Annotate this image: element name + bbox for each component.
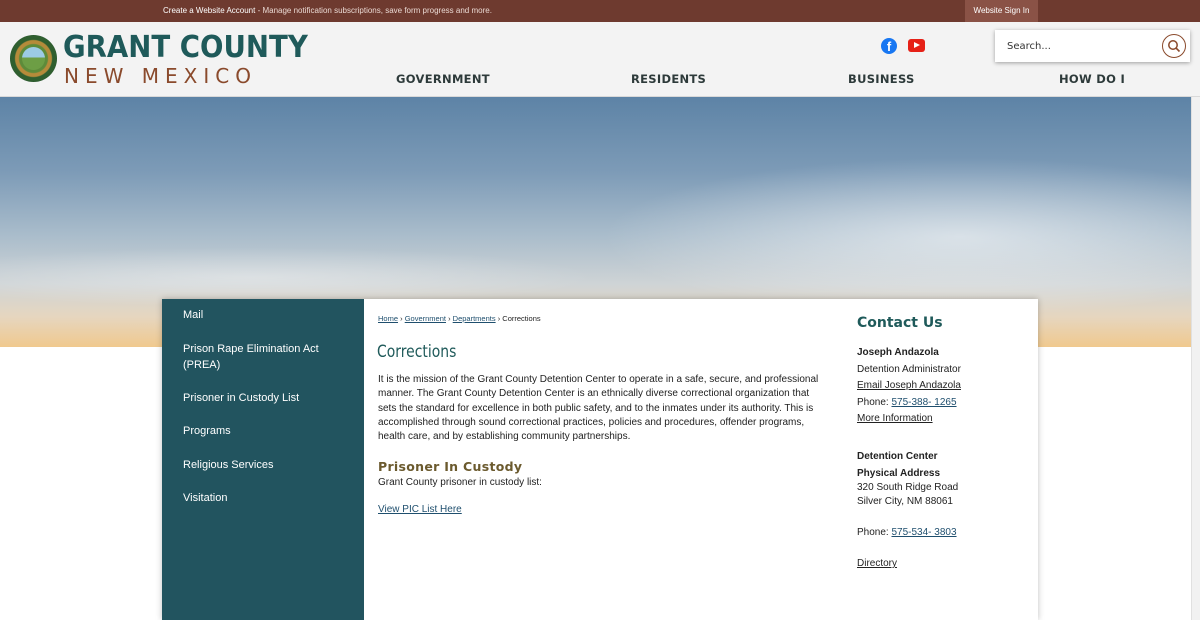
sidebar-item-prea[interactable]: Prison Rape Elimination Act (PREA)	[183, 342, 353, 373]
page-title: Corrections	[377, 342, 457, 362]
custody-description: Grant County prisoner in custody list:	[378, 477, 542, 488]
contact-phone: Phone: 575-388- 1265	[857, 397, 957, 408]
website-sign-in-button[interactable]: Website Sign In	[965, 0, 1038, 22]
contact-title: Contact Us	[857, 315, 943, 331]
breadcrumb-current: Corrections	[502, 314, 541, 323]
search-box	[995, 30, 1190, 62]
nav-government[interactable]: GOVERNMENT	[396, 72, 490, 86]
search-input[interactable]	[995, 30, 1155, 62]
sidebar-item-mail[interactable]: Mail	[183, 308, 353, 324]
nav-business[interactable]: BUSINESS	[848, 72, 915, 86]
county-seal-logo[interactable]	[10, 35, 57, 82]
custody-heading: Prisoner In Custody	[378, 459, 523, 474]
search-button[interactable]	[1162, 34, 1186, 58]
search-icon	[1168, 40, 1181, 53]
youtube-icon[interactable]	[908, 39, 925, 52]
mission-statement: It is the mission of the Grant County De…	[378, 374, 819, 443]
page-scrollbar[interactable]	[1191, 97, 1200, 620]
site-header: GRANT COUNTY NEW MEXICO f GOVERNMENT RES…	[0, 22, 1200, 97]
view-pic-list-link[interactable]: View PIC List Here	[378, 504, 462, 515]
utility-bar: Create a Website Account - Manage notifi…	[0, 0, 1200, 22]
breadcrumb-separator: ›	[400, 314, 403, 323]
breadcrumb-departments[interactable]: Departments	[453, 314, 496, 323]
address-line-1: 320 South Ridge Road	[857, 482, 959, 493]
breadcrumb-home[interactable]: Home	[378, 314, 398, 323]
sidebar-nav: Mail Prison Rape Elimination Act (PREA) …	[162, 299, 364, 620]
create-account-link[interactable]: Create a Website Account	[163, 6, 255, 15]
directory-link[interactable]: Directory	[857, 558, 897, 569]
center-phone: Phone: 575-534- 3803	[857, 527, 957, 538]
physical-address-label: Physical Address	[857, 468, 941, 479]
breadcrumb-separator: ›	[448, 314, 451, 323]
seal-center	[22, 47, 45, 70]
facebook-icon[interactable]: f	[881, 38, 897, 54]
brand-subtitle[interactable]: NEW MEXICO	[64, 64, 257, 88]
nav-how-do-i[interactable]: HOW DO I	[1059, 72, 1125, 86]
nav-residents[interactable]: RESIDENTS	[631, 72, 706, 86]
phone-label: Phone:	[857, 397, 892, 408]
sidebar-item-religious-services[interactable]: Religious Services	[183, 458, 353, 474]
breadcrumb: Home › Government › Departments › Correc…	[378, 314, 541, 323]
account-banner-text: - Manage notification subscriptions, sav…	[255, 6, 492, 15]
account-banner: Create a Website Account - Manage notifi…	[163, 0, 492, 22]
detention-center-label: Detention Center	[857, 451, 938, 462]
phone-link[interactable]: 575-388- 1265	[891, 397, 956, 408]
center-phone-link[interactable]: 575-534- 3803	[891, 527, 956, 538]
sidebar-item-programs[interactable]: Programs	[183, 424, 353, 440]
contact-email-link[interactable]: Email Joseph Andazola	[857, 380, 961, 391]
more-information-link[interactable]: More Information	[857, 413, 933, 424]
brand-title[interactable]: GRANT COUNTY	[63, 30, 308, 65]
address-line-2: Silver City, NM 88061	[857, 496, 953, 507]
contact-name: Joseph Andazola	[857, 347, 939, 358]
sidebar-item-visitation[interactable]: Visitation	[183, 491, 353, 507]
contact-role: Detention Administrator	[857, 364, 961, 375]
breadcrumb-separator: ›	[497, 314, 501, 323]
breadcrumb-government[interactable]: Government	[405, 314, 446, 323]
center-phone-label: Phone:	[857, 527, 892, 538]
sidebar-item-prisoner-custody-list[interactable]: Prisoner in Custody List	[183, 391, 353, 407]
